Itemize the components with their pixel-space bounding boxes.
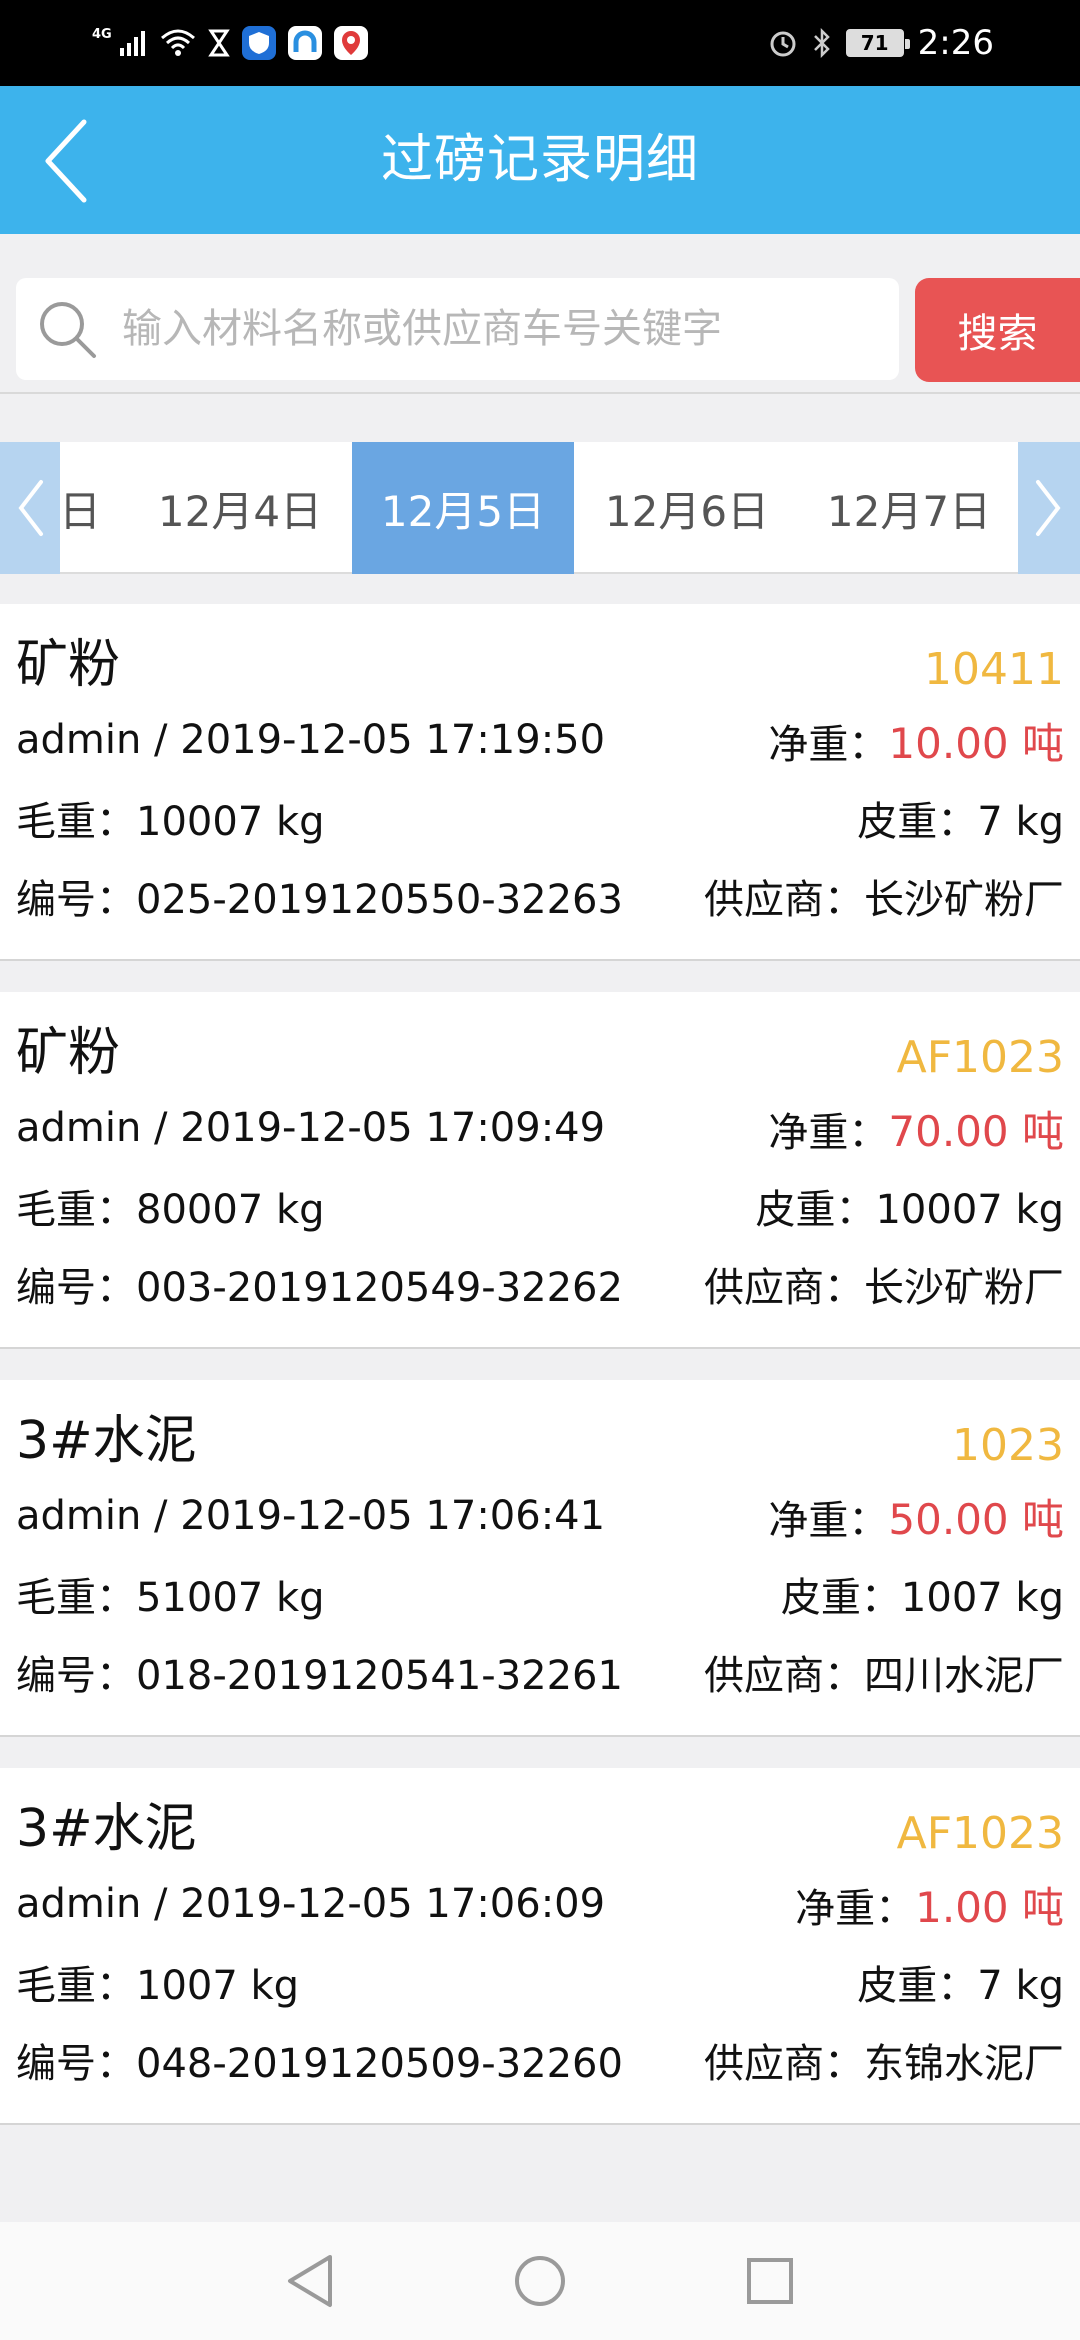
search-button[interactable]: 搜索 <box>915 278 1080 382</box>
cell-signal-icon <box>119 31 145 56</box>
net-weight: 净重：70.00 吨 <box>768 1098 1064 1159</box>
operator-time: admin / 2019-12-05 17:06:09 <box>16 1881 606 1927</box>
date-tab-dec4[interactable]: 12月4日 <box>130 442 350 574</box>
material-name: 矿粉 <box>16 635 121 695</box>
battery-indicator: 71 <box>845 29 910 57</box>
page-title: 过磅记录明细 <box>380 130 699 190</box>
record-row-serial: 编号：018-2019120541-32261 供应商：四川水泥厂 <box>16 1642 1064 1702</box>
record-row-weights: 毛重：51007 kg 皮重：1007 kg <box>16 1564 1064 1624</box>
record-row-serial: 编号：048-2019120509-32260 供应商：东锦水泥厂 <box>16 2030 1064 2090</box>
app-header: 过磅记录明细 <box>0 86 1080 234</box>
status-left-icons: 4G <box>92 20 368 66</box>
clock: 2:26 <box>917 23 994 63</box>
chevron-left-icon <box>18 480 43 536</box>
wifi-icon <box>160 29 195 56</box>
material-name: 矿粉 <box>16 1023 121 1083</box>
browser-app-icon <box>287 26 322 60</box>
triangle-back-icon <box>288 2255 332 2307</box>
material-name: 3#水泥 <box>16 1411 197 1471</box>
date-selector: 日 12月4日 12月5日 12月6日 12月7日 <box>0 442 1080 574</box>
system-back-button[interactable] <box>275 2246 345 2316</box>
vehicle-code: AF1023 <box>896 1032 1064 1083</box>
net-weight-value: 50.00 吨 <box>888 1494 1064 1544</box>
record-row-weights: 毛重：1007 kg 皮重：7 kg <box>16 1952 1064 2012</box>
tare-weight: 皮重：1007 kg <box>780 1575 1064 1621</box>
net-weight-value: 10.00 吨 <box>888 718 1064 768</box>
operator-time: admin / 2019-12-05 17:09:49 <box>16 1105 606 1151</box>
battery-level: 71 <box>860 31 889 55</box>
serial-number: 编号：003-2019120549-32262 <box>16 1265 623 1311</box>
net-weight-label: 净重： <box>768 1109 889 1156</box>
status-right-icons: 71 2:26 <box>768 18 994 68</box>
net-weight: 净重：50.00 吨 <box>768 1486 1064 1547</box>
vehicle-code: AF1023 <box>896 1808 1064 1859</box>
vehicle-code: 1023 <box>952 1420 1064 1471</box>
system-recents-button[interactable] <box>735 2246 805 2316</box>
record-row-time: admin / 2019-12-05 17:09:49 净重：70.00 吨 <box>16 1098 1064 1158</box>
gross-weight: 毛重：80007 kg <box>16 1187 325 1233</box>
record-card[interactable]: 矿粉 10411 admin / 2019-12-05 17:19:50 净重：… <box>0 604 1080 961</box>
network-type: 4G <box>92 26 112 42</box>
supplier: 供应商：长沙矿粉厂 <box>704 1265 1064 1311</box>
chevron-right-icon <box>1036 480 1061 536</box>
record-card[interactable]: 3#水泥 1023 admin / 2019-12-05 17:06:41 净重… <box>0 1380 1080 1737</box>
alarm-icon <box>770 31 796 57</box>
net-weight: 净重：1.00 吨 <box>795 1874 1064 1935</box>
circle-home-icon <box>515 2256 565 2306</box>
date-prev-button[interactable] <box>0 442 60 574</box>
date-tab-dec7[interactable]: 12月7日 <box>798 442 1020 574</box>
gross-weight: 毛重：10007 kg <box>16 799 325 845</box>
system-nav-bar <box>0 2222 1080 2340</box>
bluetooth-icon <box>813 28 830 58</box>
record-row-weights: 毛重：10007 kg 皮重：7 kg <box>16 788 1064 848</box>
serial-number: 编号：048-2019120509-32260 <box>16 2041 623 2087</box>
system-home-button[interactable] <box>505 2246 575 2316</box>
date-next-button[interactable] <box>1018 442 1080 574</box>
supplier: 供应商：长沙矿粉厂 <box>704 877 1064 923</box>
record-card[interactable]: 矿粉 AF1023 admin / 2019-12-05 17:09:49 净重… <box>0 992 1080 1349</box>
vehicle-code: 10411 <box>924 644 1064 695</box>
date-tab-dec5[interactable]: 12月5日 <box>352 442 574 574</box>
tare-weight: 皮重：10007 kg <box>755 1187 1064 1233</box>
net-weight-label: 净重： <box>795 1885 916 1932</box>
hourglass-icon <box>207 29 230 57</box>
record-row-time: admin / 2019-12-05 17:06:09 净重：1.00 吨 <box>16 1874 1064 1934</box>
map-app-icon <box>333 26 368 60</box>
search-bar: 搜索 <box>0 234 1080 394</box>
supplier: 供应商：东锦水泥厂 <box>704 2041 1064 2087</box>
net-weight: 净重：10.00 吨 <box>768 710 1064 771</box>
net-weight-label: 净重： <box>768 1497 889 1544</box>
record-row-weights: 毛重：80007 kg 皮重：10007 kg <box>16 1176 1064 1236</box>
status-bar: 4G 71 2:26 <box>0 0 1080 86</box>
tare-weight: 皮重：7 kg <box>857 1963 1064 2009</box>
record-row-serial: 编号：003-2019120549-32262 供应商：长沙矿粉厂 <box>16 1254 1064 1314</box>
tare-weight: 皮重：7 kg <box>857 799 1064 845</box>
date-tab-dec6[interactable]: 12月6日 <box>576 442 798 574</box>
search-box[interactable] <box>16 278 899 380</box>
net-weight-label: 净重： <box>768 721 889 768</box>
supplier: 供应商：四川水泥厂 <box>704 1653 1064 1699</box>
record-row-serial: 编号：025-2019120550-32263 供应商：长沙矿粉厂 <box>16 866 1064 926</box>
shield-app-icon <box>241 26 276 60</box>
gross-weight: 毛重：1007 kg <box>16 1963 300 2009</box>
material-name: 3#水泥 <box>16 1799 197 1859</box>
record-row-time: admin / 2019-12-05 17:19:50 净重：10.00 吨 <box>16 710 1064 770</box>
operator-time: admin / 2019-12-05 17:19:50 <box>16 717 606 763</box>
net-weight-value: 1.00 吨 <box>915 1882 1064 1932</box>
search-input[interactable] <box>122 289 899 369</box>
serial-number: 编号：025-2019120550-32263 <box>16 877 623 923</box>
square-recents-icon <box>747 2258 793 2304</box>
net-weight-value: 70.00 吨 <box>888 1106 1064 1156</box>
record-card[interactable]: 3#水泥 AF1023 admin / 2019-12-05 17:06:09 … <box>0 1768 1080 2125</box>
operator-time: admin / 2019-12-05 17:06:41 <box>16 1493 606 1539</box>
serial-number: 编号：018-2019120541-32261 <box>16 1653 623 1699</box>
search-icon <box>40 302 96 358</box>
record-row-time: admin / 2019-12-05 17:06:41 净重：50.00 吨 <box>16 1486 1064 1546</box>
date-tab-partial[interactable]: 日 <box>59 442 101 574</box>
gross-weight: 毛重：51007 kg <box>16 1575 325 1621</box>
